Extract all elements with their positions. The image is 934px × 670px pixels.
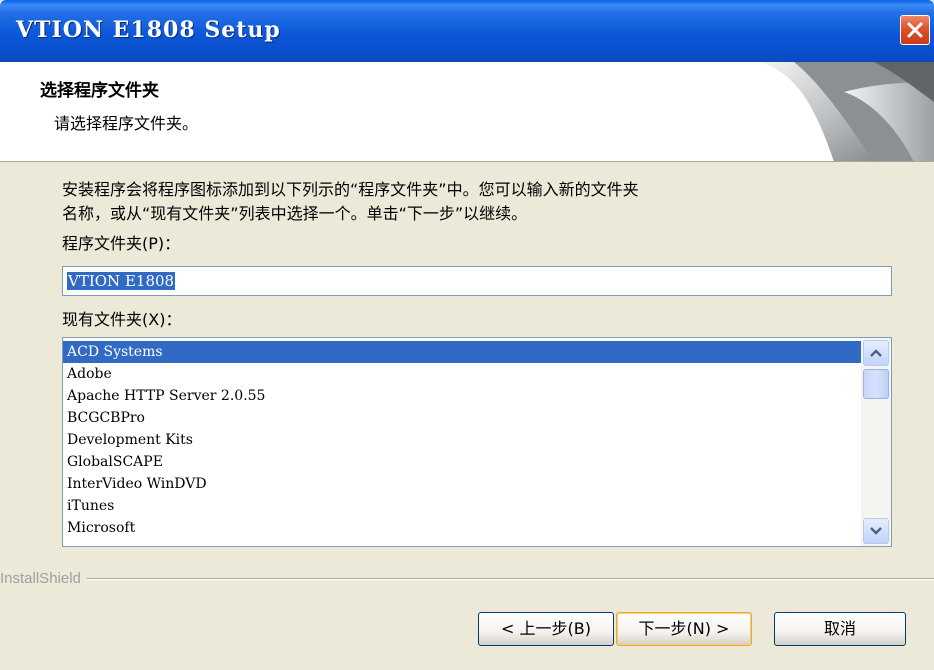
- chevron-down-icon: [870, 527, 882, 535]
- title-bar[interactable]: VTION E1808 Setup: [0, 0, 934, 62]
- installshield-brand: InstallShield: [0, 567, 87, 591]
- list-item[interactable]: Apache HTTP Server 2.0.55: [63, 385, 861, 407]
- list-item[interactable]: Adobe: [63, 363, 861, 385]
- cancel-button[interactable]: 取消: [774, 612, 906, 646]
- scroll-thumb[interactable]: [863, 369, 889, 399]
- list-item[interactable]: Development Kits: [63, 429, 861, 451]
- scroll-down-button[interactable]: [863, 518, 889, 544]
- chevron-up-icon: [870, 349, 882, 357]
- scroll-up-button[interactable]: [863, 340, 889, 366]
- list-item[interactable]: Microsoft: [63, 517, 861, 539]
- page-title: 选择程序文件夹: [40, 81, 159, 101]
- list-item[interactable]: InterVideo WinDVD: [63, 473, 861, 495]
- list-item[interactable]: GlobalSCAPE: [63, 451, 861, 473]
- list-scrollbar[interactable]: [861, 338, 891, 546]
- window-title: VTION E1808 Setup: [16, 17, 281, 43]
- instructions-text: 安装程序会将程序图标添加到以下列示的“程序文件夹”中。您可以输入新的文件夹 名称…: [62, 178, 902, 226]
- next-button[interactable]: 下一步(N) >: [616, 612, 752, 646]
- program-folder-value: VTION E1808: [67, 272, 176, 290]
- setup-window: VTION E1808 Setup 选择程序文件夹 请选择程序文件夹。 安装程序…: [0, 0, 934, 670]
- instructions-line-1: 安装程序会将程序图标添加到以下列示的“程序文件夹”中。您可以输入新的文件夹: [62, 180, 639, 199]
- list-item[interactable]: ACD Systems: [63, 341, 861, 363]
- header-panel: 选择程序文件夹 请选择程序文件夹。: [0, 62, 934, 162]
- existing-folders-items: ACD Systems Adobe Apache HTTP Server 2.0.5…: [63, 341, 861, 539]
- page-curl-graphic: [759, 62, 934, 161]
- list-item[interactable]: iTunes: [63, 495, 861, 517]
- program-folder-input[interactable]: VTION E1808: [62, 266, 892, 296]
- close-button[interactable]: [900, 15, 930, 45]
- back-button[interactable]: < 上一步(B): [478, 612, 614, 646]
- installshield-separator: InstallShield: [0, 567, 934, 591]
- list-item[interactable]: BCGCBPro: [63, 407, 861, 429]
- program-folder-label: 程序文件夹(P)：: [62, 234, 181, 253]
- page-subtitle: 请选择程序文件夹。: [54, 114, 199, 133]
- existing-folders-list[interactable]: ACD Systems Adobe Apache HTTP Server 2.0.5…: [62, 337, 892, 547]
- close-x-icon: [907, 22, 923, 38]
- existing-folders-label: 现有文件夹(X)：: [62, 310, 182, 329]
- instructions-line-2: 名称，或从“现有文件夹”列表中选择一个。单击“下一步”以继续。: [62, 204, 528, 223]
- separator-line: [0, 578, 934, 580]
